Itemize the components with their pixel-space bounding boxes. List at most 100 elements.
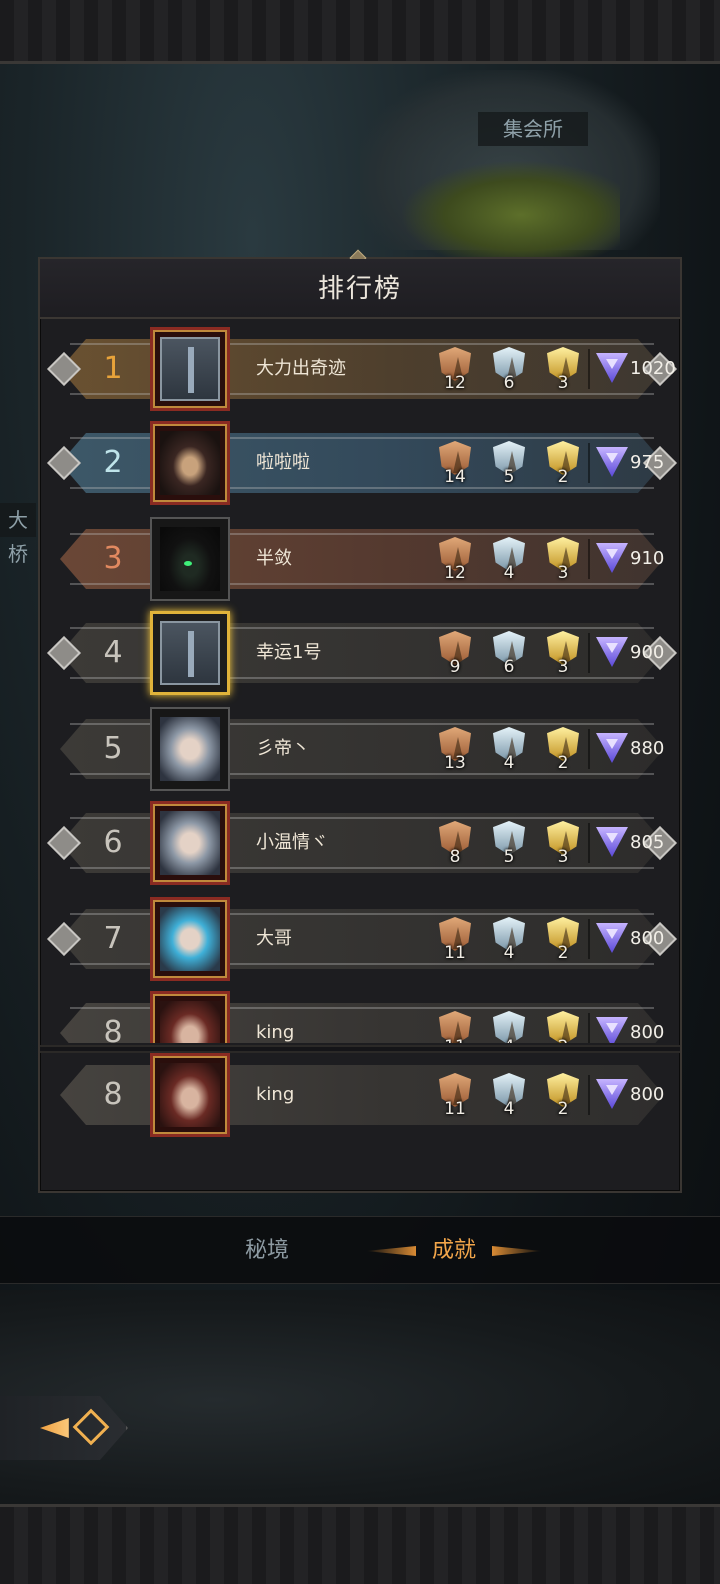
silver-medal-count: 6 bbox=[503, 373, 515, 393]
gold-medal-count: 2 bbox=[557, 467, 569, 487]
silver-medal-stat: 4 bbox=[490, 533, 528, 585]
avatar[interactable] bbox=[150, 611, 230, 695]
bronze-medal-count: 14 bbox=[444, 467, 466, 487]
tab-wing-left-icon bbox=[366, 1246, 416, 1256]
score-value: 900 bbox=[630, 642, 665, 663]
game-screen: 集会所 大桥 排行榜 1 大力出奇迹 12 6 3 1020 2 啦啦啦 14 … bbox=[0, 0, 720, 1584]
silver-medal-count: 6 bbox=[503, 657, 515, 677]
tab-achievement-label: 成就 bbox=[431, 1238, 476, 1263]
bronze-medal-stat: 8 bbox=[436, 817, 474, 869]
silver-medal-stat: 5 bbox=[490, 437, 528, 489]
score-separator bbox=[588, 919, 590, 959]
bronze-medal-count: 13 bbox=[444, 753, 466, 773]
player-name: 彡帝丶 bbox=[256, 738, 310, 759]
score-value: 880 bbox=[630, 738, 665, 759]
avatar-portrait bbox=[160, 717, 220, 781]
avatar[interactable] bbox=[150, 897, 230, 981]
tab-wing-right-icon bbox=[492, 1246, 542, 1256]
gold-medal-stat: 2 bbox=[544, 723, 582, 775]
silver-medal-stat: 4 bbox=[490, 913, 528, 965]
silver-medal-stat: 4 bbox=[490, 723, 528, 775]
score-value: 800 bbox=[630, 1084, 665, 1105]
tab-achievement[interactable]: 成就 bbox=[366, 1217, 542, 1285]
bronze-medal-stat: 12 bbox=[436, 343, 474, 395]
avatar-portrait bbox=[160, 811, 220, 875]
player-name: king bbox=[256, 1084, 295, 1105]
player-name: 幸运1号 bbox=[256, 642, 322, 663]
bronze-medal-stat: 14 bbox=[436, 437, 474, 489]
bronze-medal-count: 12 bbox=[444, 373, 466, 393]
leaderboard-row[interactable]: 3 半敛 12 4 3 910 bbox=[60, 517, 664, 601]
avatar[interactable] bbox=[150, 707, 230, 791]
silver-medal-stat: 4 bbox=[490, 1007, 528, 1043]
panel-title: 排行榜 bbox=[40, 259, 680, 319]
avatar[interactable] bbox=[150, 801, 230, 885]
player-name: 大力出奇迹 bbox=[256, 358, 346, 379]
rank-number: 8 bbox=[103, 1077, 123, 1112]
leaderboard-panel: 排行榜 1 大力出奇迹 12 6 3 1020 2 啦啦啦 14 5 2 975… bbox=[38, 249, 682, 1193]
list-divider bbox=[40, 1045, 680, 1053]
player-name: 半敛 bbox=[256, 548, 292, 569]
rank-number: 6 bbox=[103, 825, 123, 860]
bronze-medal-stat: 11 bbox=[436, 1069, 474, 1121]
gold-medal-count: 3 bbox=[557, 847, 569, 867]
avatar[interactable] bbox=[150, 1053, 230, 1137]
leaderboard-row[interactable]: 5 彡帝丶 13 4 2 880 bbox=[60, 707, 664, 791]
score-separator bbox=[588, 349, 590, 389]
gold-medal-stat: 2 bbox=[544, 437, 582, 489]
gold-medal-count: 2 bbox=[557, 1099, 569, 1119]
bottom-tabs: 秘境 成就 bbox=[0, 1216, 720, 1284]
score-separator bbox=[588, 443, 590, 483]
gold-medal-stat: 3 bbox=[544, 627, 582, 679]
leaderboard-row[interactable]: 4 幸运1号 9 6 3 900 bbox=[47, 611, 677, 695]
rank-number: 1 bbox=[103, 351, 123, 386]
gold-medal-count: 3 bbox=[557, 563, 569, 583]
rank-number: 3 bbox=[103, 541, 123, 576]
score-separator bbox=[588, 1075, 590, 1115]
bronze-medal-stat: 11 bbox=[436, 913, 474, 965]
background-lower bbox=[0, 1290, 720, 1510]
leaderboard-row[interactable]: 6 小温情ヾ 8 5 3 805 bbox=[47, 801, 677, 885]
leaderboard-list[interactable]: 1 大力出奇迹 12 6 3 1020 2 啦啦啦 14 5 2 975 3 半… bbox=[40, 321, 680, 1043]
avatar[interactable] bbox=[150, 421, 230, 505]
player-name: 小温情ヾ bbox=[256, 832, 328, 853]
place-label[interactable]: 集会所 bbox=[478, 112, 588, 146]
leaderboard-row[interactable]: 8 king 11 4 2 800 bbox=[60, 991, 664, 1043]
bronze-medal-count: 11 bbox=[444, 943, 466, 963]
player-name: king bbox=[256, 1022, 295, 1043]
gold-medal-count: 2 bbox=[544, 1037, 582, 1043]
leaderboard-row[interactable]: 1 大力出奇迹 12 6 3 1020 bbox=[47, 327, 677, 411]
score-separator bbox=[588, 1013, 590, 1043]
score-separator bbox=[588, 539, 590, 579]
avatar-portrait bbox=[160, 337, 220, 401]
bronze-medal-stat: 13 bbox=[436, 723, 474, 775]
my-rank-row[interactable]: 8 king 11 4 2 800 bbox=[60, 1053, 664, 1137]
leaderboard-row[interactable]: 7 大哥 11 4 2 800 bbox=[47, 897, 677, 981]
side-place-label[interactable]: 大桥 bbox=[0, 503, 36, 566]
gold-medal-count: 2 bbox=[557, 753, 569, 773]
gold-medal-stat: 3 bbox=[544, 343, 582, 395]
rank-number: 2 bbox=[103, 445, 123, 480]
silver-medal-count: 4 bbox=[503, 1099, 515, 1119]
score-value: 805 bbox=[630, 832, 665, 853]
tab-secret-realm[interactable]: 秘境 bbox=[230, 1217, 304, 1285]
silver-medal-stat: 5 bbox=[490, 817, 528, 869]
gold-medal-stat: 2 bbox=[544, 1007, 582, 1043]
score-value: 800 bbox=[630, 928, 665, 949]
avatar[interactable] bbox=[150, 517, 230, 601]
bronze-medal-count: 12 bbox=[444, 563, 466, 583]
leaderboard-row[interactable]: 2 啦啦啦 14 5 2 975 bbox=[47, 421, 677, 505]
score-separator bbox=[588, 633, 590, 673]
silver-medal-count: 5 bbox=[503, 467, 515, 487]
rank-number: 7 bbox=[103, 921, 123, 956]
gold-medal-stat: 2 bbox=[544, 1069, 582, 1121]
avatar[interactable] bbox=[150, 991, 230, 1043]
bronze-medal-stat: 9 bbox=[436, 627, 474, 679]
bronze-medal-stat: 11 bbox=[436, 1007, 474, 1043]
rank-number: 8 bbox=[103, 1015, 123, 1043]
bronze-medal-stat: 12 bbox=[436, 533, 474, 585]
avatar[interactable] bbox=[150, 327, 230, 411]
avatar-portrait bbox=[160, 1001, 220, 1043]
silver-medal-count: 4 bbox=[503, 753, 515, 773]
background-tree bbox=[400, 160, 620, 270]
